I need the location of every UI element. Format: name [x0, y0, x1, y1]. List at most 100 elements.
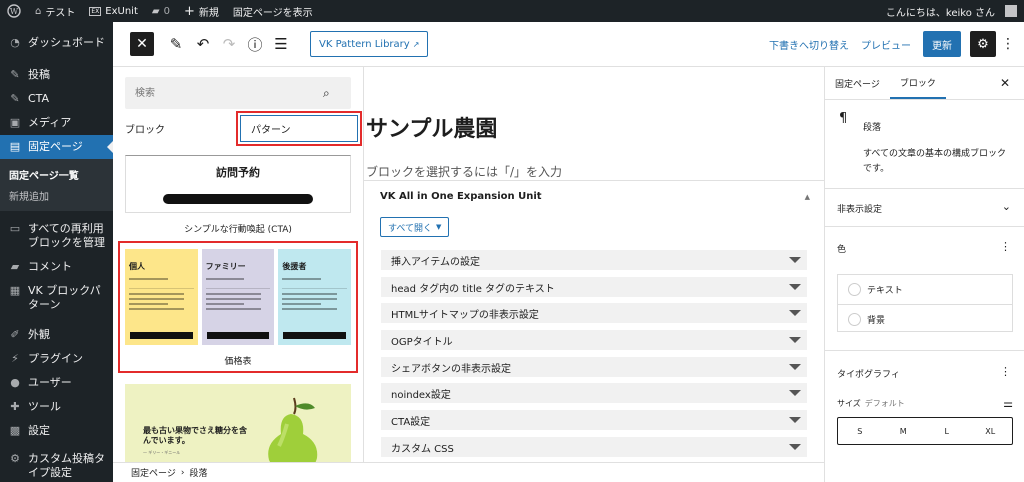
search-input[interactable] — [125, 77, 351, 109]
switch-to-draft-button[interactable]: 下書きへ切り替え — [763, 37, 855, 52]
accordion-insert-items[interactable]: 挿入アイテムの設定 — [381, 250, 807, 270]
submenu-add-new[interactable]: 新規追加 — [0, 185, 113, 206]
text-color-option[interactable]: テキスト — [838, 275, 1012, 304]
page-title[interactable]: サンプル農園 — [366, 111, 497, 143]
preview-button[interactable]: プレビュー — [855, 37, 917, 52]
comments-link[interactable]: ▰ 0 — [145, 0, 177, 22]
tab-blocks[interactable]: ブロック — [125, 111, 238, 146]
block-inserter-panel: ⌕ ブロック パターン 訪問予約 シンプルな行動喚起 (CTA) 個人 ファミリ… — [113, 67, 364, 462]
new-content-link[interactable]: + 新規 — [177, 0, 226, 22]
accordion-html-sitemap[interactable]: HTMLサイトマップの非表示設定 — [381, 303, 807, 323]
list-view-button[interactable]: ☰ — [268, 22, 294, 67]
accordion-ogp-title[interactable]: OGPタイトル — [381, 330, 807, 350]
menu-item-comments[interactable]: ▰ コメント — [0, 255, 113, 279]
tab-patterns-label: パターン — [251, 125, 291, 136]
menu-label: 外観 — [28, 328, 50, 341]
new-label: 新規 — [198, 7, 219, 19]
text-color-swatch — [848, 283, 861, 296]
menu-item-settings[interactable]: ▩ 設定 — [0, 419, 113, 443]
font-size-default: デフォルト — [864, 399, 905, 408]
menu-item-posts[interactable]: ✎ 投稿 — [0, 63, 113, 87]
update-button[interactable]: 更新 — [923, 31, 961, 57]
site-name-link[interactable]: ⌂ テスト — [28, 0, 82, 22]
close-sidebar-button[interactable]: ✕ — [1000, 76, 1010, 90]
cta-pattern-label: シンプルな行動喚起 (CTA) — [184, 225, 292, 235]
text-color-label: テキスト — [867, 286, 903, 296]
close-inserter-button[interactable]: ✕ — [130, 32, 154, 56]
accordion-label: OGPタイトル — [391, 336, 453, 348]
wordpress-logo-icon[interactable]: W — [0, 0, 28, 22]
search-icon: ⌕ — [323, 86, 330, 100]
tab-block[interactable]: ブロック — [889, 67, 946, 99]
cta-pattern-preview[interactable]: 訪問予約 — [125, 155, 351, 213]
exunit-link[interactable]: EX ExUnit — [82, 0, 145, 22]
close-icon: ✕ — [136, 36, 148, 52]
tab-page[interactable]: 固定ページ — [825, 67, 890, 99]
price-column-title: 後援者 — [282, 262, 307, 271]
appearance-icon: ✐ — [10, 328, 20, 341]
accordion-label: head タグ内の title タグのテキスト — [391, 283, 555, 295]
accordion-noindex[interactable]: noindex設定 — [381, 383, 807, 403]
block-placeholder[interactable]: ブロックを選択するには「/」を入力 — [366, 163, 562, 180]
pin-icon: ✎ — [10, 92, 20, 105]
menu-item-plugins[interactable]: ⚡ プラグイン — [0, 347, 113, 371]
menu-item-cta[interactable]: ✎ CTA — [0, 87, 113, 111]
menu-item-tools[interactable]: ✚ ツール — [0, 395, 113, 419]
menu-item-vk-block-patterns[interactable]: ▦ VK ブロックパターン — [0, 279, 113, 317]
size-xl-button[interactable]: XL — [969, 418, 1013, 444]
accordion-cta-settings[interactable]: CTA設定 — [381, 410, 807, 430]
accordion-title-tag[interactable]: head タグ内の title タグのテキスト — [381, 277, 807, 297]
price-pattern-label: 価格表 — [224, 357, 252, 367]
menu-item-reusable-blocks[interactable]: ▭ すべての再利用ブロックを管理 — [0, 217, 113, 255]
block-description: すべての文章の基本の構成ブロックです。 — [863, 149, 1007, 174]
user-account-link[interactable]: こんにちは、keiko さん — [879, 0, 1024, 22]
pencil-tool-button[interactable]: ✎ — [162, 22, 190, 67]
custom-size-icon[interactable]: ⚌ — [1003, 397, 1013, 410]
price-table-pattern-preview[interactable]: 個人 ファミリー 後援者 — [125, 249, 352, 345]
breadcrumb-block[interactable]: 段落 — [189, 466, 207, 479]
size-l-button[interactable]: L — [925, 418, 969, 444]
options-button[interactable]: ⋮ — [996, 36, 1020, 52]
hidden-settings-title: 非表示設定 — [837, 205, 883, 215]
menu-item-users[interactable]: ● ユーザー — [0, 371, 113, 395]
user-icon: ● — [10, 376, 20, 389]
submenu-all-pages[interactable]: 固定ページ一覧 — [0, 164, 113, 185]
tab-patterns[interactable]: パターン — [236, 111, 362, 146]
price-column-individual: 個人 — [125, 249, 198, 345]
accordion-custom-css[interactable]: カスタム CSS — [381, 437, 807, 457]
more-vertical-icon: ⋮ — [1001, 36, 1015, 52]
breadcrumb-page[interactable]: 固定ページ — [131, 466, 176, 479]
typography-options-button[interactable]: ⋮ — [1000, 365, 1011, 378]
open-all-button[interactable]: すべて開く ▼ — [380, 217, 450, 237]
undo-button[interactable]: ↶ — [190, 22, 216, 67]
menu-label: カスタム投稿タイプ設定 — [28, 452, 105, 479]
hidden-settings-section[interactable]: 非表示設定 ⌄ — [825, 189, 1024, 227]
triangle-down-icon — [789, 284, 801, 290]
block-card: ¶ 段落 すべての文章の基本の構成ブロックです。 — [825, 101, 1024, 189]
redo-button[interactable]: ↷ — [216, 22, 242, 67]
color-options-button[interactable]: ⋮ — [1000, 240, 1011, 253]
triangle-down-icon — [789, 257, 801, 263]
view-page-link[interactable]: 固定ページを表示 — [226, 0, 320, 22]
collapse-caret-icon[interactable]: ▲ — [805, 193, 810, 201]
chevron-down-icon: ⌄ — [1001, 200, 1011, 213]
menu-item-appearance[interactable]: ✐ 外観 — [0, 323, 113, 347]
menu-item-pages[interactable]: ▤ 固定ページ — [0, 135, 113, 159]
svg-text:W: W — [10, 7, 19, 16]
menu-item-media[interactable]: ▣ メディア — [0, 111, 113, 135]
vk-pattern-library-button[interactable]: VK Pattern Library ↗ — [310, 31, 429, 57]
settings-button[interactable]: ⚙ — [970, 31, 996, 57]
accordion-share-buttons[interactable]: シェアボタンの非表示設定 — [381, 357, 807, 377]
size-s-button[interactable]: S — [838, 418, 882, 444]
background-color-option[interactable]: 背景 — [838, 304, 1012, 333]
menu-item-dashboard[interactable]: ◔ ダッシュボード — [0, 31, 113, 55]
more-vertical-icon: ⋮ — [1000, 365, 1011, 378]
details-button[interactable]: ⓘ — [242, 22, 268, 67]
size-m-button[interactable]: M — [882, 418, 926, 444]
vk-panel-title[interactable]: VK All in One Expansion Unit — [380, 191, 542, 202]
page-icon: ▤ — [9, 140, 21, 153]
pear-pattern-preview[interactable]: 最も古い果物でさえ糖分を含んでいます。 — ギリー・ギニール — [125, 384, 351, 462]
menu-item-custom-post-type[interactable]: ⚙ カスタム投稿タイプ設定 — [0, 447, 113, 482]
pages-submenu: 固定ページ一覧 新規追加 — [0, 159, 113, 211]
paragraph-icon: ¶ — [839, 111, 848, 126]
